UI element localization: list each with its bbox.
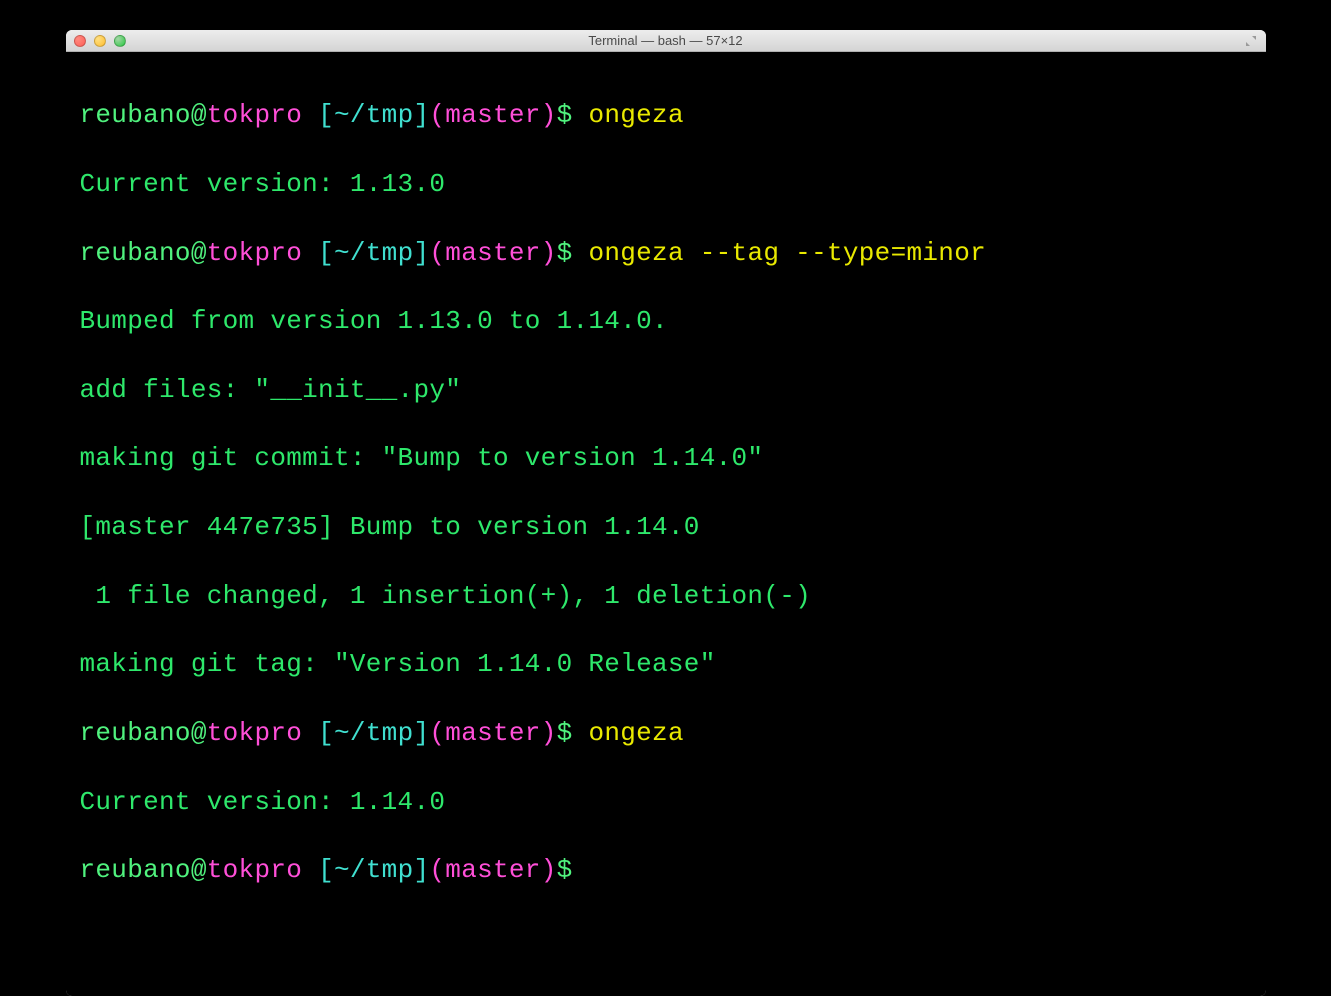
prompt-sigil: $: [557, 238, 589, 268]
prompt-path: [~/tmp]: [318, 238, 429, 268]
prompt-user: reubano: [80, 100, 191, 130]
prompt-at: @: [191, 238, 207, 268]
output-line: [master 447e735] Bump to version 1.14.0: [80, 510, 1252, 544]
prompt-space: [302, 238, 318, 268]
prompt-host: tokpro: [207, 238, 302, 268]
prompt-branch: (master): [429, 238, 556, 268]
prompt-space: [302, 100, 318, 130]
prompt-line: reubano@tokpro [~/tmp](master)$ ongeza -…: [80, 236, 1252, 270]
prompt-space: [302, 855, 318, 885]
resize-icon[interactable]: [1244, 34, 1258, 48]
prompt-path: [~/tmp]: [318, 718, 429, 748]
prompt-user: reubano: [80, 718, 191, 748]
output-line: add files: "__init__.py": [80, 373, 1252, 407]
prompt-sigil: $: [557, 855, 589, 885]
prompt-branch: (master): [429, 718, 556, 748]
prompt-path: [~/tmp]: [318, 100, 429, 130]
terminal-window: Terminal — bash — 57×12 reubano@tokpro […: [66, 30, 1266, 996]
close-icon[interactable]: [74, 35, 86, 47]
prompt-at: @: [191, 718, 207, 748]
output-line: making git tag: "Version 1.14.0 Release": [80, 647, 1252, 681]
window-title: Terminal — bash — 57×12: [66, 33, 1266, 48]
prompt-host: tokpro: [207, 855, 302, 885]
prompt-at: @: [191, 100, 207, 130]
prompt-branch: (master): [429, 855, 556, 885]
prompt-line: reubano@tokpro [~/tmp](master)$ ongeza: [80, 716, 1252, 750]
prompt-branch: (master): [429, 100, 556, 130]
maximize-icon[interactable]: [114, 35, 126, 47]
prompt-line: reubano@tokpro [~/tmp](master)$ ongeza: [80, 98, 1252, 132]
command-text: ongeza: [588, 718, 683, 748]
prompt-line: reubano@tokpro [~/tmp](master)$: [80, 853, 1252, 887]
prompt-host: tokpro: [207, 718, 302, 748]
prompt-sigil: $: [557, 718, 589, 748]
prompt-path: [~/tmp]: [318, 855, 429, 885]
output-line: Current version: 1.14.0: [80, 785, 1252, 819]
prompt-at: @: [191, 855, 207, 885]
traffic-lights: [74, 35, 126, 47]
titlebar: Terminal — bash — 57×12: [66, 30, 1266, 52]
prompt-host: tokpro: [207, 100, 302, 130]
output-line: Current version: 1.13.0: [80, 167, 1252, 201]
minimize-icon[interactable]: [94, 35, 106, 47]
terminal-body[interactable]: reubano@tokpro [~/tmp](master)$ ongeza C…: [66, 52, 1266, 996]
prompt-space: [302, 718, 318, 748]
output-line: 1 file changed, 1 insertion(+), 1 deleti…: [80, 579, 1252, 613]
output-line: Bumped from version 1.13.0 to 1.14.0.: [80, 304, 1252, 338]
command-text: ongeza --tag --type=minor: [588, 238, 986, 268]
prompt-user: reubano: [80, 855, 191, 885]
output-line: making git commit: "Bump to version 1.14…: [80, 441, 1252, 475]
prompt-sigil: $: [557, 100, 589, 130]
prompt-user: reubano: [80, 238, 191, 268]
command-text: ongeza: [588, 100, 683, 130]
